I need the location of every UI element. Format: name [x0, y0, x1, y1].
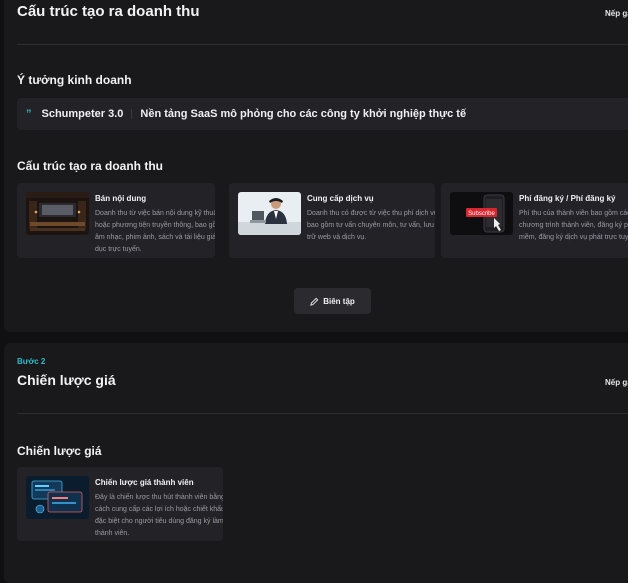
card-title: Bán nội dung: [95, 194, 147, 203]
section-title: Chiến lược giá: [17, 372, 116, 388]
pencil-icon: [310, 297, 319, 306]
idea-name: Schumpeter 3.0: [41, 108, 124, 120]
edit-label: Biên tập: [323, 296, 355, 306]
card-description: Đây là chiến lược thu hút thành viên bằn…: [95, 494, 223, 537]
revenue-card-subscription[interactable]: Subscribe Phí đăng ký / Phí đăng ký Phí …: [441, 183, 628, 258]
revenue-card-content-sales[interactable]: Bán nội dung Doanh thu từ việc bán nội d…: [17, 183, 215, 258]
edit-button[interactable]: Biên tập: [294, 288, 371, 314]
idea-heading: Ý tưởng kinh doanh: [17, 73, 132, 87]
collapse-button[interactable]: Nếp gấ: [605, 378, 628, 387]
divider: [17, 44, 628, 45]
idea-separator: [131, 109, 133, 119]
card-description: Doanh thu có được từ việc thu phí dịch v…: [307, 210, 435, 241]
revenue-card-services[interactable]: Cung cấp dịch vụ Doanh thu có được từ vi…: [229, 183, 435, 258]
quote-icon: ”: [26, 108, 32, 120]
card-description: Phí thu của thành viên bao gồm các chươn…: [519, 210, 628, 241]
idea-bar: ” Schumpeter 3.0 Nền tảng SaaS mô phỏng …: [17, 98, 628, 130]
services-thumbnail: [238, 192, 301, 235]
section-title: Cấu trúc tạo ra doanh thu: [17, 3, 200, 20]
pricing-strategy-panel: Bước 2 Chiến lược giá Nếp gấ Chiến lược …: [4, 343, 628, 583]
idea-description: Nền tảng SaaS mô phỏng cho các công ty k…: [140, 108, 467, 120]
revenue-structure-panel: Cấu trúc tạo ra doanh thu Nếp gấ Ý tưởng…: [4, 0, 628, 332]
pricing-heading: Chiến lược giá: [17, 444, 102, 458]
divider: [17, 413, 628, 414]
membership-thumbnail: [26, 476, 89, 519]
subscription-thumbnail: Subscribe: [450, 192, 513, 235]
card-description: Doanh thu từ việc bán nội dung kỹ thuật …: [95, 210, 215, 253]
card-title: Phí đăng ký / Phí đăng ký: [519, 194, 616, 203]
step-label: Bước 2: [17, 357, 46, 366]
revenue-heading: Cấu trúc tạo ra doanh thu: [17, 159, 164, 173]
content-sales-thumbnail: [26, 192, 89, 235]
card-title: Chiến lược giá thành viên: [95, 478, 194, 487]
card-title: Cung cấp dịch vụ: [307, 194, 374, 203]
pricing-card-membership[interactable]: Chiến lược giá thành viên Đây là chiến l…: [17, 467, 223, 541]
collapse-button[interactable]: Nếp gấ: [605, 9, 628, 18]
subscribe-label: Subscribe: [468, 211, 495, 217]
